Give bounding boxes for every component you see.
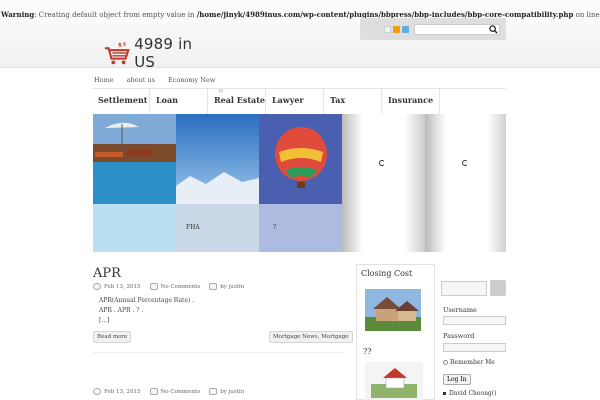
twitter-icon[interactable]: [402, 26, 409, 33]
category-loan[interactable]: Loan: [150, 89, 208, 114]
loading-spinner-icon: [462, 160, 468, 166]
username-label: Username: [443, 306, 477, 314]
post-comments[interactable]: No Comments: [161, 284, 201, 290]
nav-about[interactable]: about us: [127, 76, 155, 88]
post-tags[interactable]: Mortgage News, Mortgage: [269, 331, 353, 343]
loading-spinner-icon: [379, 160, 385, 166]
house-money-image[interactable]: [365, 362, 423, 400]
site-title: 4989 in US: [134, 35, 193, 71]
category-insurance[interactable]: Insurance: [382, 89, 440, 114]
excerpt-line: APR(Annual Percentage Rate) .: [99, 297, 195, 304]
author-icon: [209, 283, 218, 290]
pool-image: [93, 114, 176, 252]
user-icon: [443, 392, 446, 395]
login-top-field[interactable]: [441, 281, 487, 296]
nav-home[interactable]: Home: [94, 76, 114, 88]
blank-icon[interactable]: [384, 26, 391, 33]
category-sup: ??: [218, 89, 224, 95]
warning-online: on line: [573, 11, 600, 19]
excerpt-line: APR . APR . ? .: [99, 307, 144, 314]
post-title[interactable]: APR: [93, 266, 121, 281]
date-icon: [93, 388, 101, 395]
widget-title: Closing Cost: [361, 269, 413, 278]
login-top-button[interactable]: [490, 280, 506, 296]
password-field[interactable]: [443, 343, 506, 352]
post-date: Feb 13, 2015: [104, 283, 141, 290]
top-nav: Home about us Economy New: [94, 76, 215, 88]
post-date: Feb 13, 2015: [104, 388, 141, 395]
category-label: Insurance: [388, 95, 434, 105]
slide-caption: ?: [273, 224, 277, 231]
read-more-button[interactable]: Read more: [93, 331, 132, 343]
comment-icon: [149, 283, 158, 290]
balloon-image: [259, 114, 342, 252]
mountain-image: [176, 114, 259, 252]
slide-loading-2: [425, 114, 506, 252]
house-image[interactable]: [365, 289, 421, 331]
post-meta: Feb 13, 2015 No Comments by justin: [93, 388, 244, 395]
post-divider: [93, 352, 343, 353]
slide-loading-1: [342, 114, 425, 252]
widget-subtitle: ??: [363, 347, 372, 356]
date-icon: [93, 283, 101, 290]
search-icon[interactable]: [488, 24, 499, 35]
comment-icon: [149, 388, 158, 395]
site-logo[interactable]: $ $ 4989 in US: [103, 35, 213, 71]
username-field[interactable]: [443, 316, 506, 325]
php-warning: Warning: Creating default object from em…: [0, 10, 600, 19]
category-label: Lawyer: [272, 95, 304, 105]
slide-balloon: ?: [259, 114, 342, 252]
user-row: David Cheong(): [443, 390, 496, 397]
slide-caption: FHA: [186, 224, 200, 231]
category-label: Tax: [330, 95, 346, 105]
slide-mountain: FHA: [176, 114, 259, 252]
category-label: Settlement: [98, 95, 148, 105]
login-button[interactable]: Log In: [443, 374, 471, 385]
category-real-estate[interactable]: ?? Real Estate: [208, 89, 266, 114]
category-settlement[interactable]: Settlement: [92, 89, 150, 114]
image-slider[interactable]: FHA ?: [93, 114, 506, 252]
post-author[interactable]: by justin: [220, 389, 244, 395]
svg-text:$: $: [118, 42, 122, 48]
post-meta: Feb 13, 2015 No Comments by justin: [93, 283, 244, 290]
nav-economy[interactable]: Economy New: [168, 76, 215, 88]
cart-icon: $ $: [104, 41, 130, 65]
category-tax[interactable]: Tax: [324, 89, 382, 114]
warning-text: : Creating default object from empty val…: [34, 11, 197, 19]
category-label: Loan: [156, 95, 178, 105]
category-nav: Settlement Loan ?? Real Estate Lawyer Tax…: [92, 88, 506, 114]
author-icon: [209, 388, 218, 395]
post-excerpt: APR(Annual Percentage Rate) . APR . APR …: [99, 296, 279, 326]
social-search-box: [360, 18, 506, 40]
category-lawyer[interactable]: Lawyer: [266, 89, 324, 114]
svg-text:$: $: [123, 41, 126, 47]
slide-pool: [93, 114, 176, 252]
remember-checkbox[interactable]: [443, 360, 448, 365]
excerpt-more: [...]: [99, 317, 110, 324]
post-comments[interactable]: No Comments: [161, 389, 201, 395]
post-author[interactable]: by justin: [220, 284, 244, 290]
rss-icon[interactable]: [393, 26, 400, 33]
remember-label: Remember Me: [450, 359, 495, 366]
password-label: Password: [443, 332, 475, 340]
user-name[interactable]: David Cheong(): [449, 390, 496, 397]
warning-label: Warning: [1, 10, 35, 19]
category-label: Real Estate: [214, 95, 266, 105]
sidebar-widget: Closing Cost ??: [356, 264, 435, 400]
category-empty[interactable]: [440, 89, 498, 114]
login-widget: Username Password Remember Me Log In Dav…: [441, 265, 507, 400]
remember-row[interactable]: Remember Me: [443, 359, 495, 366]
